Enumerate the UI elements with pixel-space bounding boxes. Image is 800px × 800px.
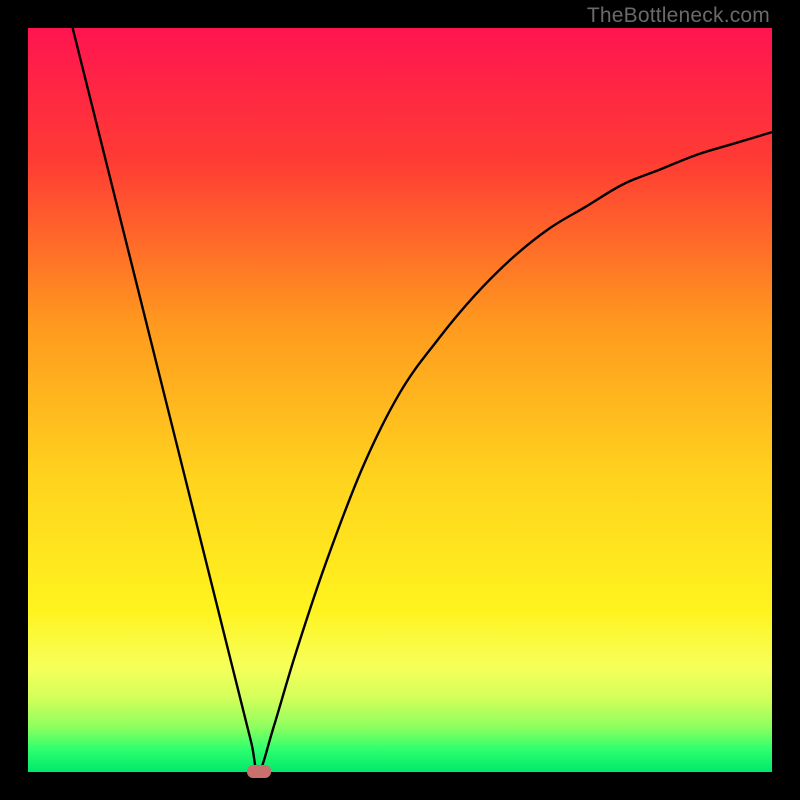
optimal-point-marker xyxy=(247,765,271,778)
plot-area xyxy=(28,28,772,772)
watermark-text: TheBottleneck.com xyxy=(587,4,770,28)
bottleneck-curve xyxy=(28,28,772,772)
